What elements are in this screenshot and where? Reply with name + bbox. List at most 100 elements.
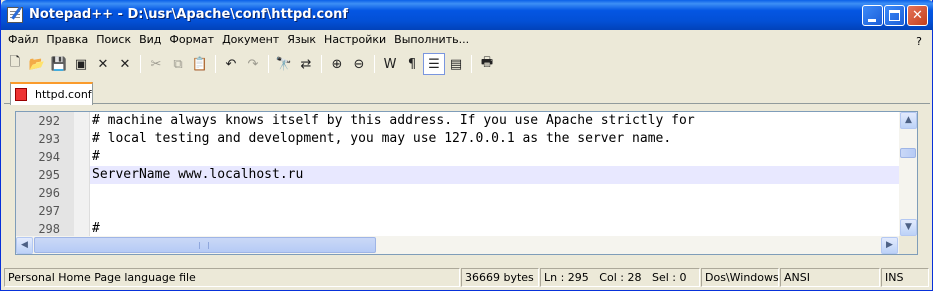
save-all-icon: ▣	[74, 56, 88, 72]
menu-language[interactable]: Язык	[283, 31, 320, 49]
menu-settings[interactable]: Настройки	[320, 31, 390, 49]
chevron-up-icon: ▲	[905, 115, 912, 125]
toolbar-separator	[471, 55, 472, 73]
vertical-scrollbar[interactable]: ▲ ▼	[899, 112, 917, 236]
word-wrap-button[interactable]: W	[379, 53, 401, 75]
redo-button[interactable]: ↷	[242, 53, 264, 75]
undo-button[interactable]: ↶	[220, 53, 242, 75]
toolbar: 🗋 📂 💾 ▣ ✕ ✕ ✂ ⧉ 📋 ↶ ↷ 🔭 ⇄ ⊕ ⊖ W ¶ ☰ ▤ 🖶	[4, 52, 930, 76]
menu-format[interactable]: Формат	[165, 31, 218, 49]
notepadpp-app-icon[interactable]	[7, 7, 23, 23]
status-sel: Sel : 0	[651, 271, 687, 284]
tab-httpd-conf[interactable]: httpd.conf	[10, 82, 93, 105]
toolbar-separator	[321, 55, 322, 73]
horizontal-scroll-thumb[interactable]	[34, 237, 376, 253]
status-encoding: ANSI	[780, 268, 880, 287]
menu-bar: Файл Правка Поиск Вид Формат Документ Яз…	[4, 31, 930, 49]
find-button[interactable]: 🔭	[273, 53, 295, 75]
show-all-chars-button[interactable]: ¶	[401, 53, 423, 75]
close-icon: ✕	[912, 8, 923, 23]
user-lang-icon: ▤	[449, 56, 463, 72]
code-line[interactable]: 297	[16, 202, 899, 220]
close-all-button[interactable]: ✕	[114, 53, 136, 75]
line-number: 297	[38, 204, 60, 218]
scroll-down-button[interactable]: ▼	[900, 219, 917, 236]
status-filetype: Personal Home Page language file	[4, 268, 460, 287]
app-window: Notepad++ - D:\usr\Apache\conf\httpd.con…	[0, 0, 933, 291]
scrollbar-corner	[899, 236, 917, 254]
menu-document[interactable]: Документ	[218, 31, 283, 49]
maximize-button[interactable]	[884, 5, 905, 26]
current-code-line[interactable]: 295 ServerName www.localhost.ru	[16, 166, 899, 184]
paste-icon: 📋	[191, 56, 209, 72]
code-text[interactable]: ServerName www.localhost.ru	[92, 166, 303, 184]
code-line[interactable]: 293 # local testing and development, you…	[16, 130, 899, 148]
print-icon: 🖶	[480, 55, 494, 70]
code-text[interactable]: #	[92, 148, 100, 166]
scroll-right-button[interactable]: ▶	[881, 237, 898, 254]
print-button[interactable]: 🖶	[476, 53, 498, 75]
menu-edit[interactable]: Правка	[42, 31, 92, 49]
save-icon: 💾	[50, 56, 68, 72]
show-all-chars-icon: ¶	[407, 56, 417, 72]
code-line[interactable]: 296	[16, 184, 899, 202]
status-position: Ln : 295 Col : 28 Sel : 0	[540, 268, 700, 287]
zoom-out-icon: ⊖	[353, 56, 365, 72]
menu-run[interactable]: Выполнить...	[390, 31, 473, 49]
redo-icon: ↷	[247, 56, 259, 72]
editor[interactable]: 292 # machine always knows itself by thi…	[15, 111, 918, 255]
tab-label: httpd.conf	[35, 88, 92, 101]
toolbar-separator	[374, 55, 375, 73]
vertical-scroll-thumb[interactable]	[900, 148, 916, 158]
maximize-icon	[889, 10, 900, 21]
close-icon: ✕	[97, 56, 109, 72]
indent-guide-icon: ☰	[428, 56, 440, 72]
minimize-button[interactable]	[862, 5, 883, 26]
zoom-in-icon: ⊕	[331, 56, 343, 72]
status-size: 36669 bytes	[461, 268, 539, 287]
toolbar-separator	[215, 55, 216, 73]
horizontal-scrollbar[interactable]: ◀ ▶	[16, 236, 899, 254]
zoom-in-button[interactable]: ⊕	[326, 53, 348, 75]
chevron-right-icon: ▶	[886, 240, 893, 250]
close-button[interactable]: ✕	[92, 53, 114, 75]
minimize-icon	[868, 19, 876, 22]
line-number: 293	[38, 132, 60, 146]
unsaved-file-icon	[15, 88, 27, 101]
cut-button[interactable]: ✂	[145, 53, 167, 75]
status-col: Col : 28	[599, 271, 642, 284]
paste-button[interactable]: 📋	[189, 53, 211, 75]
cut-icon: ✂	[150, 56, 162, 72]
code-line[interactable]: 292 # machine always knows itself by thi…	[16, 112, 899, 130]
menu-file[interactable]: Файл	[4, 31, 42, 49]
chevron-left-icon: ◀	[21, 240, 28, 250]
replace-button[interactable]: ⇄	[295, 53, 317, 75]
status-insert-mode: INS	[881, 268, 929, 287]
undo-icon: ↶	[225, 56, 237, 72]
line-number: 292	[38, 114, 60, 128]
text-area[interactable]: 292 # machine always knows itself by thi…	[16, 112, 899, 236]
word-wrap-icon: W	[383, 56, 397, 72]
line-number: 294	[38, 150, 60, 164]
scroll-up-button[interactable]: ▲	[900, 112, 917, 129]
menu-search[interactable]: Поиск	[92, 31, 135, 49]
code-text[interactable]: # machine always knows itself by this ad…	[92, 112, 695, 130]
status-eol: Dos\Windows	[701, 268, 779, 287]
code-line[interactable]: 294 #	[16, 148, 899, 166]
open-button[interactable]: 📂	[26, 53, 48, 75]
user-lang-button[interactable]: ▤	[445, 53, 467, 75]
save-button[interactable]: 💾	[48, 53, 70, 75]
new-icon: 🗋	[9, 55, 21, 70]
menu-help[interactable]: ?	[912, 33, 926, 48]
new-button[interactable]: 🗋	[4, 53, 26, 75]
scroll-left-button[interactable]: ◀	[16, 237, 33, 254]
zoom-out-button[interactable]: ⊖	[348, 53, 370, 75]
title-bar[interactable]: Notepad++ - D:\usr\Apache\conf\httpd.con…	[1, 0, 933, 30]
copy-button[interactable]: ⧉	[167, 53, 189, 75]
menu-view[interactable]: Вид	[135, 31, 165, 49]
indent-guide-button[interactable]: ☰	[423, 53, 445, 75]
code-text[interactable]: # local testing and development, you may…	[92, 130, 671, 148]
line-number: 295	[38, 168, 60, 182]
save-all-button[interactable]: ▣	[70, 53, 92, 75]
close-window-button[interactable]: ✕	[907, 5, 928, 26]
